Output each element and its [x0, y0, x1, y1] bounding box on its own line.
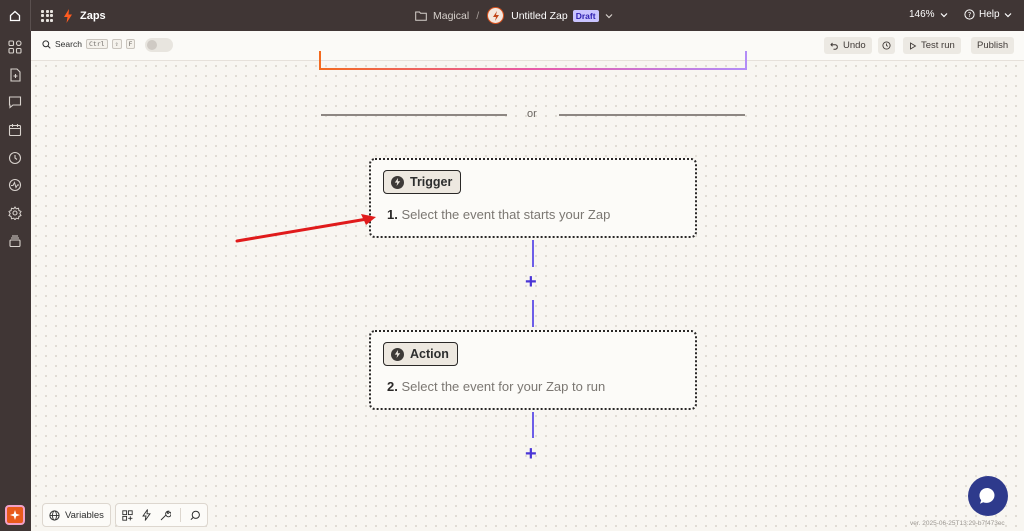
history-icon — [882, 41, 891, 50]
connector-line — [532, 412, 534, 438]
add-step-button[interactable]: + — [525, 272, 537, 292]
action-step-description: Select the event for your Zap to run — [401, 379, 606, 394]
breadcrumb: Magical / Untitled Zap Draft — [415, 0, 613, 31]
variables-label: Variables — [65, 509, 104, 521]
settings-icon[interactable] — [8, 206, 22, 220]
action-badge-label: Action — [410, 347, 449, 361]
folder-icon — [415, 11, 427, 21]
folder-name[interactable]: Magical — [433, 10, 469, 22]
add-step-button[interactable]: + — [525, 444, 537, 464]
zap-canvas[interactable]: or Trigger 1. Select the event that star… — [31, 51, 1024, 531]
connector-line — [532, 240, 534, 267]
bottom-toolbar: Variables — [42, 503, 208, 527]
sparkle-icon — [10, 510, 20, 520]
trigger-step-number: 1. — [387, 207, 398, 222]
top-bar: Zaps Magical / Untitled Zap Draft 146% ?… — [0, 0, 1024, 31]
toggle-switch[interactable] — [145, 38, 173, 52]
support-chat-button[interactable] — [968, 476, 1008, 516]
canvas-tools — [114, 503, 208, 527]
activity-icon[interactable] — [8, 178, 22, 192]
home-button[interactable] — [0, 0, 31, 31]
variables-button[interactable]: Variables — [42, 503, 111, 527]
help-button[interactable]: ? Help — [964, 9, 1012, 20]
shortcut-key-ctrl: Ctrl — [85, 39, 108, 49]
chevron-down-icon — [1004, 12, 1012, 17]
zoom-control[interactable]: 146% — [909, 9, 948, 20]
archive-icon[interactable] — [8, 234, 22, 248]
annotation-arrow — [235, 214, 376, 243]
calendar-icon[interactable] — [8, 123, 22, 137]
app-name[interactable]: Zaps — [80, 10, 106, 22]
shortcut-key-shift: ⇧ — [111, 39, 122, 49]
zap-bolt-icon — [64, 8, 72, 23]
action-step-text: 2. Select the event for your Zap to run — [387, 379, 605, 394]
action-step-card[interactable]: Action 2. Select the event for your Zap … — [369, 330, 697, 410]
bolt-icon — [391, 175, 404, 189]
publish-label: Publish — [977, 40, 1009, 51]
zap-title[interactable]: Untitled Zap — [511, 10, 568, 22]
undo-icon — [830, 42, 838, 50]
divider-line — [321, 114, 507, 116]
search-button[interactable]: Search Ctrl ⇧ F — [42, 39, 136, 49]
test-run-label: Test run — [921, 40, 955, 51]
svg-text:?: ? — [968, 11, 972, 19]
test-run-button[interactable]: Test run — [903, 37, 961, 54]
zapier-copilot-button[interactable] — [5, 505, 25, 525]
ai-prompt-box[interactable] — [319, 51, 747, 70]
or-label: or — [527, 108, 537, 120]
zap-logo-icon — [492, 10, 499, 21]
home-icon — [9, 10, 21, 21]
status-badge: Draft — [572, 9, 599, 22]
chevron-down-icon[interactable] — [605, 13, 613, 19]
history-icon[interactable] — [8, 151, 22, 165]
zoom-level: 146% — [909, 9, 935, 20]
globe-icon — [49, 509, 60, 521]
action-badge[interactable]: Action — [383, 342, 458, 366]
help-label: Help — [979, 9, 1000, 20]
search-icon[interactable] — [190, 510, 201, 521]
version-history-button[interactable] — [878, 37, 895, 54]
app-grid-icon[interactable] — [41, 9, 53, 22]
undo-label: Undo — [843, 40, 866, 51]
search-icon — [42, 39, 51, 49]
version-text: ver. 2025-06-25T13:29-b7f473ec — [910, 520, 1005, 527]
divider-line — [559, 114, 745, 116]
apps-icon[interactable] — [122, 509, 133, 521]
bolt-icon — [391, 347, 404, 361]
undo-button[interactable]: Undo — [824, 37, 872, 54]
trigger-step-description: Select the event that starts your Zap — [401, 207, 611, 222]
toolbar-divider — [179, 508, 181, 522]
apps-icon[interactable] — [8, 40, 22, 54]
chat-bubble-icon — [979, 487, 995, 504]
chevron-down-icon — [940, 12, 948, 17]
search-label: Search — [55, 39, 82, 49]
action-step-number: 2. — [387, 379, 398, 394]
trigger-badge[interactable]: Trigger — [383, 170, 462, 194]
trigger-step-text: 1. Select the event that starts your Zap — [387, 207, 610, 222]
tools-icon[interactable] — [160, 510, 171, 521]
bolt-icon[interactable] — [142, 509, 151, 521]
play-icon — [910, 41, 917, 50]
connector-line — [532, 300, 534, 327]
trigger-step-card[interactable]: Trigger 1. Select the event that starts … — [369, 158, 697, 238]
document-add-icon[interactable] — [8, 68, 22, 82]
trigger-badge-label: Trigger — [410, 175, 453, 189]
help-icon: ? — [964, 9, 975, 20]
zap-avatar[interactable] — [487, 7, 505, 24]
left-sidebar — [0, 31, 31, 531]
publish-button[interactable]: Publish — [971, 37, 1015, 54]
shortcut-key-f: F — [125, 39, 136, 49]
chat-icon[interactable] — [8, 95, 22, 109]
breadcrumb-separator: / — [476, 9, 480, 22]
